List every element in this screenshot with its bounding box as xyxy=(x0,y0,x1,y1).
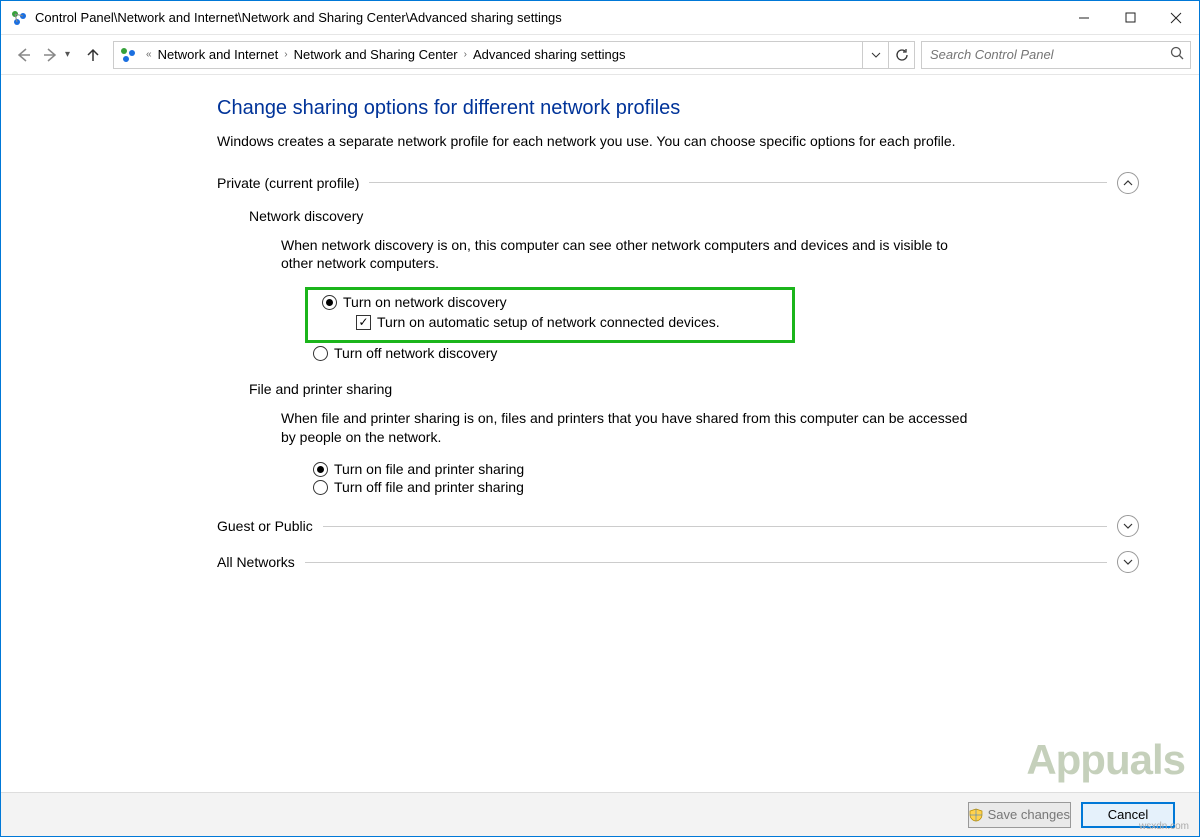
control-panel-icon xyxy=(11,10,27,26)
minimize-button[interactable] xyxy=(1061,1,1107,34)
title-bar: Control Panel\Network and Internet\Netwo… xyxy=(1,1,1199,35)
window-title: Control Panel\Network and Internet\Netwo… xyxy=(35,10,562,25)
radio-label: Turn on file and printer sharing xyxy=(334,461,524,477)
address-dropdown-button[interactable] xyxy=(862,42,888,68)
content-area: Change sharing options for different net… xyxy=(1,75,1199,792)
nav-back-button[interactable] xyxy=(9,41,37,69)
close-button[interactable] xyxy=(1153,1,1199,34)
highlighted-options: Turn on network discovery ✓ Turn on auto… xyxy=(305,287,795,343)
section-header-private[interactable]: Private (current profile) xyxy=(217,172,1139,194)
chevron-right-icon: › xyxy=(460,49,471,60)
button-label: Cancel xyxy=(1108,807,1148,822)
maximize-button[interactable] xyxy=(1107,1,1153,34)
radio-label: Turn off network discovery xyxy=(334,345,497,361)
subsection-network-discovery: Network discovery xyxy=(249,208,1139,224)
breadcrumb-item[interactable]: Network and Internet xyxy=(158,47,279,62)
radio-icon xyxy=(313,346,328,361)
breadcrumb-item[interactable]: Advanced sharing settings xyxy=(473,47,625,62)
divider xyxy=(323,526,1107,527)
breadcrumb-item[interactable]: Network and Sharing Center xyxy=(294,47,458,62)
checkbox-icon: ✓ xyxy=(356,315,371,330)
search-icon xyxy=(1170,46,1184,63)
divider xyxy=(369,182,1107,183)
footer-bar: Save changes Cancel xyxy=(1,792,1199,836)
nav-forward-button[interactable] xyxy=(37,41,65,69)
refresh-button[interactable] xyxy=(888,42,914,68)
page-subtext: Windows creates a separate network profi… xyxy=(217,132,977,152)
checkbox-label: Turn on automatic setup of network conne… xyxy=(377,314,720,330)
expand-icon[interactable] xyxy=(1117,551,1139,573)
button-label: Save changes xyxy=(988,807,1070,822)
expand-icon[interactable] xyxy=(1117,515,1139,537)
radio-turn-on-discovery[interactable]: Turn on network discovery xyxy=(322,294,786,310)
address-bar[interactable]: « Network and Internet › Network and Sha… xyxy=(113,41,915,69)
file-printer-desc: When file and printer sharing is on, fil… xyxy=(281,409,981,447)
nav-bar: ▾ « Network and Internet › Network and S… xyxy=(1,35,1199,75)
search-input[interactable] xyxy=(930,47,1190,62)
chevron-right-icon: › xyxy=(280,49,291,60)
radio-turn-off-discovery[interactable]: Turn off network discovery xyxy=(313,345,1139,361)
shield-icon xyxy=(969,808,983,822)
save-changes-button[interactable]: Save changes xyxy=(968,802,1071,828)
radio-label: Turn off file and printer sharing xyxy=(334,479,524,495)
radio-icon xyxy=(313,462,328,477)
radio-icon xyxy=(322,295,337,310)
subsection-file-printer: File and printer sharing xyxy=(249,381,1139,397)
section-title: Private (current profile) xyxy=(217,175,359,191)
page-heading: Change sharing options for different net… xyxy=(217,97,1139,120)
radio-turn-off-sharing[interactable]: Turn off file and printer sharing xyxy=(313,479,1139,495)
network-discovery-desc: When network discovery is on, this compu… xyxy=(281,236,981,274)
section-header-guest[interactable]: Guest or Public xyxy=(217,515,1139,537)
search-box[interactable] xyxy=(921,41,1191,69)
address-icon xyxy=(120,47,136,63)
radio-turn-on-sharing[interactable]: Turn on file and printer sharing xyxy=(313,461,1139,477)
collapse-icon[interactable] xyxy=(1117,172,1139,194)
radio-label: Turn on network discovery xyxy=(343,294,507,310)
radio-icon xyxy=(313,480,328,495)
section-header-all[interactable]: All Networks xyxy=(217,551,1139,573)
section-title: All Networks xyxy=(217,554,295,570)
chevron-left-icon: « xyxy=(142,49,156,60)
divider xyxy=(305,562,1107,563)
nav-history-dropdown[interactable]: ▾ xyxy=(65,49,79,60)
section-title: Guest or Public xyxy=(217,518,313,534)
nav-up-button[interactable] xyxy=(79,41,107,69)
cancel-button[interactable]: Cancel xyxy=(1081,802,1175,828)
checkbox-auto-setup[interactable]: ✓ Turn on automatic setup of network con… xyxy=(356,314,786,330)
